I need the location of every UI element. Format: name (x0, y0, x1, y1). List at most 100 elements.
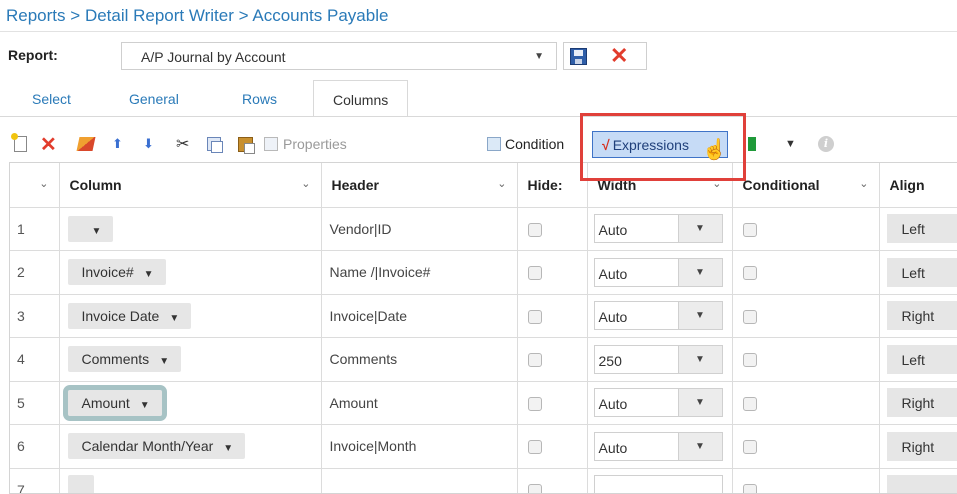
caret-down-icon[interactable]: ▼ (677, 389, 722, 417)
tab-rows[interactable]: Rows (242, 91, 277, 107)
hide-checkbox[interactable] (527, 222, 542, 237)
tab-general[interactable]: General (129, 91, 179, 107)
new-column-button[interactable] (11, 133, 27, 155)
column-header-align[interactable]: Align (879, 163, 957, 208)
column-dropdown[interactable]: Amount ▼ (62, 384, 167, 421)
tab-select[interactable]: Select (32, 91, 71, 107)
column-dropdown[interactable]: Invoice Date ▼ (67, 302, 192, 329)
header-cell[interactable]: Name /|Invoice# (321, 250, 518, 295)
conditional-cell (732, 424, 880, 469)
width-dropdown[interactable]: Auto ▼ (593, 301, 723, 331)
properties-button[interactable]: Properties (264, 133, 347, 155)
hide-checkbox[interactable] (527, 483, 542, 493)
column-header-conditional[interactable]: Conditional ⌄ (732, 163, 880, 208)
align-dropdown[interactable]: Left (886, 257, 957, 287)
width-cell: Auto ▼ (587, 250, 733, 295)
clear-button[interactable] (76, 133, 96, 155)
conditional-checkbox[interactable] (742, 222, 757, 237)
chevron-down-icon[interactable]: ⌄ (712, 177, 721, 190)
column-dropdown[interactable]: ▼ (67, 215, 114, 242)
info-button[interactable]: i (818, 133, 834, 155)
align-dropdown[interactable]: Left (886, 344, 957, 374)
header-cell[interactable]: Amount (321, 381, 518, 425)
caret-down-icon[interactable]: ▼ (677, 215, 722, 243)
hide-checkbox[interactable] (527, 396, 542, 411)
breadcrumb-reports[interactable]: Reports (6, 6, 66, 25)
conditional-checkbox[interactable] (742, 353, 757, 368)
caret-down-icon[interactable]: ▼ (677, 345, 722, 373)
header-cell[interactable] (321, 468, 518, 493)
column-header-width[interactable]: Width ⌄ (587, 163, 733, 208)
header-cell[interactable]: Comments (321, 337, 518, 382)
save-icon[interactable] (570, 48, 587, 65)
header-cell[interactable]: Invoice|Date (321, 294, 518, 338)
chevron-down-icon[interactable]: ⌄ (859, 177, 868, 190)
column-dropdown[interactable]: Calendar Month/Year ▼ (67, 433, 246, 460)
breadcrumb-detail-report-writer[interactable]: Detail Report Writer (85, 6, 234, 25)
move-down-button[interactable]: ⬇ (143, 133, 154, 155)
conditional-cell (732, 250, 880, 295)
hide-cell (517, 424, 588, 469)
row-number: 4 (10, 337, 60, 382)
column-dropdown[interactable]: Comments ▼ (67, 346, 182, 373)
width-dropdown[interactable]: 250 ▼ (593, 344, 723, 374)
width-dropdown[interactable]: Auto ▼ (593, 214, 723, 244)
chevron-down-icon[interactable]: ⌄ (301, 177, 310, 190)
column-cell: Invoice# ▼ (59, 250, 322, 295)
hide-checkbox[interactable] (527, 266, 542, 281)
conditional-checkbox[interactable] (742, 440, 757, 455)
width-dropdown[interactable]: Auto ▼ (593, 431, 723, 461)
cancel-icon[interactable]: ✕ (610, 44, 628, 68)
column-header-header[interactable]: Header ⌄ (321, 163, 518, 208)
copy-button[interactable] (207, 133, 223, 155)
align-cell: Right (879, 381, 957, 425)
more-menu-button[interactable]: ▼ (785, 133, 796, 155)
move-up-button[interactable]: ⬆ (112, 133, 123, 155)
align-dropdown[interactable]: Left (886, 214, 957, 244)
column-dropdown[interactable]: Invoice# ▼ (67, 259, 166, 286)
breadcrumb-accounts-payable[interactable]: Accounts Payable (252, 6, 388, 25)
hide-checkbox[interactable] (527, 440, 542, 455)
conditional-checkbox[interactable] (742, 266, 757, 281)
caret-down-icon[interactable]: ▼ (677, 432, 722, 460)
export-button[interactable] (748, 133, 756, 155)
align-dropdown[interactable] (886, 475, 957, 493)
expressions-button[interactable]: √ Expressions (592, 131, 728, 158)
column-header-hide[interactable]: Hide: (517, 163, 588, 208)
scissors-icon: ✂ (176, 136, 190, 153)
caret-down-icon[interactable]: ▼ (677, 302, 722, 330)
conditional-cell (732, 294, 880, 338)
paste-button[interactable] (238, 133, 255, 155)
align-dropdown[interactable]: Right (886, 388, 957, 418)
tab-columns[interactable]: Columns (313, 80, 409, 117)
row-number-header[interactable]: ⌄ (10, 163, 60, 208)
copy-icon (207, 137, 223, 153)
caret-down-icon[interactable]: ▼ (677, 258, 722, 286)
align-dropdown[interactable]: Right (886, 431, 957, 461)
conditions-button[interactable]: Condition (487, 133, 564, 155)
column-header-column[interactable]: Column ⌄ (59, 163, 322, 208)
width-dropdown[interactable] (593, 475, 723, 493)
conditional-cell (732, 381, 880, 425)
column-cell: Comments ▼ (59, 337, 322, 382)
chevron-down-icon[interactable]: ⌄ (497, 177, 506, 190)
cut-button[interactable]: ✂ (176, 133, 189, 155)
hide-checkbox[interactable] (527, 309, 542, 324)
conditional-checkbox[interactable] (742, 309, 757, 324)
conditional-checkbox[interactable] (742, 483, 757, 493)
header-cell[interactable]: Invoice|Month (321, 424, 518, 469)
column-value: Calendar Month/Year (81, 438, 214, 455)
column-dropdown[interactable] (67, 475, 94, 493)
align-dropdown[interactable]: Right (886, 301, 957, 331)
report-dropdown[interactable]: A/P Journal by Account ▼ (121, 42, 557, 70)
chevron-down-icon[interactable]: ⌄ (39, 177, 48, 190)
columns-grid: ⌄ Column ⌄ Header ⌄ Hide: Width ⌄ Condition… (9, 162, 957, 494)
width-dropdown[interactable]: Auto ▼ (593, 257, 723, 287)
report-actions: ✕ (563, 42, 647, 70)
header-cell[interactable]: Vendor|ID (321, 207, 518, 251)
delete-column-button[interactable]: ✕ (40, 133, 57, 156)
hide-checkbox[interactable] (527, 353, 542, 368)
width-dropdown[interactable]: Auto ▼ (593, 388, 723, 418)
tab-bar: Select General Rows Columns (0, 80, 957, 118)
conditional-checkbox[interactable] (742, 396, 757, 411)
